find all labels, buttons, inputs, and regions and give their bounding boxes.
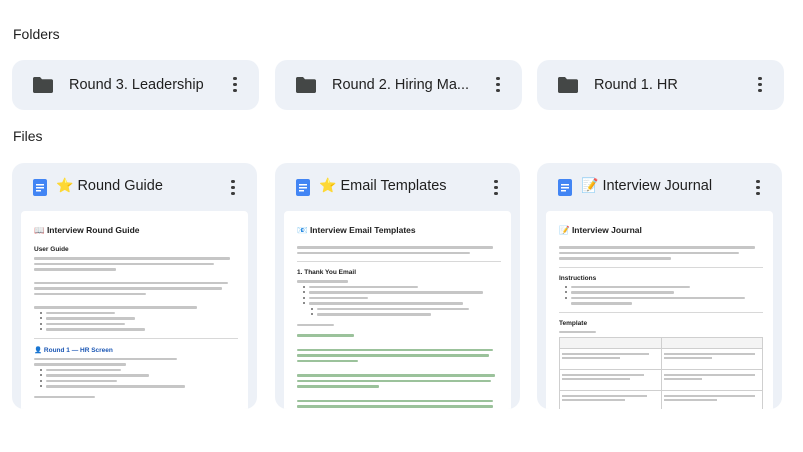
google-docs-icon: [33, 179, 47, 196]
more-options-icon[interactable]: [223, 177, 243, 199]
folder-card-round-2[interactable]: Round 2. Hiring Ma...: [275, 60, 522, 110]
star-icon: ⭐: [56, 178, 74, 194]
folder-name: Round 2. Hiring Ma...: [332, 77, 470, 93]
file-name: Email Templates: [340, 178, 447, 194]
preview-heading: 1. Thank You Email: [297, 269, 356, 276]
document-preview[interactable]: 📧 Interview Email Templates 1. Thank You…: [284, 211, 511, 409]
star-icon: ⭐: [319, 178, 337, 194]
more-options-icon[interactable]: [486, 177, 506, 199]
preview-title: 📝 Interview Journal: [559, 225, 642, 235]
preview-title: 📖 Interview Round Guide: [34, 225, 140, 235]
folder-card-round-1[interactable]: Round 1. HR: [537, 60, 784, 110]
folder-name: Round 3. Leadership: [69, 77, 204, 93]
preview-heading: 👤 Round 1 — HR Screen: [34, 346, 113, 354]
folder-icon: [296, 77, 316, 93]
file-card-interview-journal[interactable]: 📝 Interview Journal 📝 Interview Journal I…: [537, 163, 782, 409]
preview-heading: Template: [559, 319, 588, 327]
files-heading: Files: [13, 128, 43, 144]
more-options-icon[interactable]: [225, 74, 245, 96]
folder-card-round-3[interactable]: Round 3. Leadership: [12, 60, 259, 110]
google-docs-icon: [296, 179, 310, 196]
folder-icon: [558, 77, 578, 93]
preview-heading: User Guide: [34, 246, 69, 253]
document-preview[interactable]: 📝 Interview Journal Instructions Templat…: [546, 211, 773, 409]
preview-table: [559, 337, 763, 409]
folder-icon: [33, 77, 53, 93]
google-docs-icon: [558, 179, 572, 196]
memo-icon: 📝: [581, 178, 599, 194]
file-card-round-guide[interactable]: ⭐ Round Guide 📖 Interview Round Guide Use…: [12, 163, 257, 409]
folders-heading: Folders: [13, 26, 60, 42]
preview-title: 📧 Interview Email Templates: [297, 225, 416, 235]
file-card-email-templates[interactable]: ⭐ Email Templates 📧 Interview Email Templ…: [275, 163, 520, 409]
file-name: Interview Journal: [602, 178, 713, 194]
document-preview[interactable]: 📖 Interview Round Guide User Guide 👤 Rou…: [21, 211, 248, 409]
more-options-icon[interactable]: [488, 74, 508, 96]
file-name: Round Guide: [77, 178, 163, 194]
more-options-icon[interactable]: [748, 177, 768, 199]
more-options-icon[interactable]: [750, 74, 770, 96]
folder-name: Round 1. HR: [594, 77, 678, 93]
preview-heading: Instructions: [559, 274, 597, 282]
